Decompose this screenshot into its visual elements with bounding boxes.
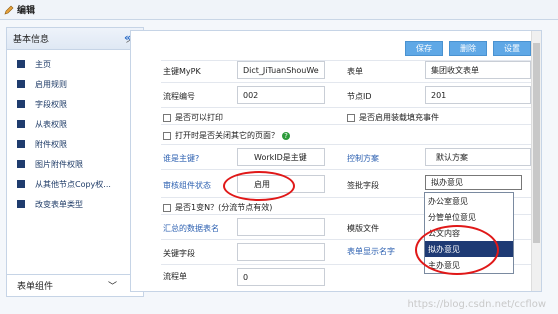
can-print-label: 是否可以打印 [175,113,223,122]
can-print-checkbox[interactable] [163,113,171,122]
dropdown-option[interactable]: 分管单位意见 [425,209,513,225]
document-icon [17,60,25,68]
load-fill-checkbox[interactable] [347,113,355,122]
sidebar-item-label: 启用规则 [35,79,67,89]
partial-input[interactable]: 0 [237,268,325,286]
sidebar-footer[interactable]: 表单组件 ﹀ [7,274,143,296]
flow-no-input[interactable]: 002 [237,86,325,104]
delete-button[interactable]: 删除 [449,41,487,56]
open-close-label: 打开时是否关闭其它的页面？ [175,131,279,140]
main-key-label: 主键MyPK [163,67,201,76]
window-titlebar: 编辑 [0,0,558,20]
sidebar-item-label: 主页 [35,59,51,69]
sidebar-item-label: 从其他节点Copy权... [35,179,111,189]
can-print-option[interactable]: 是否可以打印 [163,112,223,123]
open-close-checkbox[interactable] [163,131,171,140]
document-icon [17,80,25,88]
primary-key-link[interactable]: 谁是主键? [163,153,199,164]
sidebar-item-subtable-permissions[interactable]: 从表权限 [7,114,143,134]
sidebar-item-home[interactable]: 主页 [7,54,143,74]
chevron-down-icon[interactable]: ﹀ [108,279,117,292]
one-to-n-option[interactable]: 是否1变N？(分流节点有效) [163,202,272,213]
scrollbar-thumb[interactable] [533,43,540,243]
sidebar-item-label: 字段权限 [35,99,67,109]
sidebar-item-label: 从表权限 [35,119,67,129]
node-id-label: 节点ID [347,92,372,101]
document-icon [17,180,25,188]
load-fill-label: 是否启用装载填充事件 [359,113,439,122]
form-display-name-link[interactable]: 表单显示名字 [347,246,395,257]
summary-table-link[interactable]: 汇总的数据表名 [163,223,219,234]
main-key-input[interactable]: Dict_JiTuanShouWe [237,61,325,79]
load-fill-option[interactable]: 是否启用装载填充事件 [347,112,439,123]
scrollbar[interactable] [531,31,541,291]
template-file-label: 模版文件 [347,224,379,233]
toolbar: 保存 删除 设置 [405,41,531,56]
sidebar-item-label: 附件权限 [35,139,67,149]
open-close-option[interactable]: 打开时是否关闭其它的页面？? [163,130,290,141]
document-icon [17,200,25,208]
annotation-circle-dropdown [415,225,499,275]
sidebar: 基本信息 ︿ 主页 启用规则 字段权限 从表权限 附件权限 图片附件权限 从其他… [6,27,144,297]
control-scheme-input[interactable]: 默认方案 [425,148,531,166]
sidebar-header[interactable]: 基本信息 ︿ [7,28,143,50]
form-label: 表单 [347,67,363,76]
form-input[interactable]: 集团收文表单 [425,61,531,79]
sidebar-item-enable-rules[interactable]: 启用规则 [7,74,143,94]
one-to-n-checkbox[interactable] [163,203,171,212]
sidebar-item-image-attachment-permissions[interactable]: 图片附件权限 [7,154,143,174]
annotation-circle-audit [223,171,295,201]
flow-no-label: 流程编号 [163,92,195,101]
node-id-input[interactable]: 201 [425,86,531,104]
help-icon[interactable]: ? [282,132,290,140]
document-icon [17,160,25,168]
sidebar-header-label: 基本信息 [13,35,50,45]
control-scheme-link[interactable]: 控制方案 [347,153,379,164]
primary-key-input[interactable]: WorkID是主键 [237,148,325,166]
one-to-n-label: 是否1变N？(分流节点有效) [175,203,273,212]
document-icon [17,120,25,128]
watermark: https://blog.csdn.net/ccflow [407,299,546,310]
document-icon [17,100,25,108]
audit-state-link[interactable]: 审核组件状态 [163,180,211,191]
sidebar-footer-label: 表单组件 [17,282,54,292]
document-icon [17,140,25,148]
edit-icon [4,5,14,14]
sidebar-item-change-form-type[interactable]: 改变表单类型 [7,194,143,214]
sidebar-item-copy-permissions[interactable]: 从其他节点Copy权... [7,174,143,194]
save-button[interactable]: 保存 [405,41,443,56]
settings-button[interactable]: 设置 [493,41,531,56]
key-field-label: 关键字段 [163,249,195,258]
sign-field-select[interactable]: 拟办意见 [425,175,522,190]
dropdown-option[interactable]: 办公室意见 [425,193,513,209]
partial-label: 流程单 [163,272,187,281]
summary-table-input[interactable] [237,218,325,236]
sidebar-item-label: 图片附件权限 [35,159,83,169]
sign-field-label: 签批字段 [347,181,379,190]
main-panel: 保存 删除 设置 主键MyPK Dict_JiTuanShouWe 表单 集团收… [130,30,542,292]
sidebar-item-field-permissions[interactable]: 字段权限 [7,94,143,114]
key-field-input[interactable] [237,243,325,261]
window-title: 编辑 [17,6,36,16]
sidebar-item-label: 改变表单类型 [35,199,83,209]
sidebar-item-attachment-permissions[interactable]: 附件权限 [7,134,143,154]
